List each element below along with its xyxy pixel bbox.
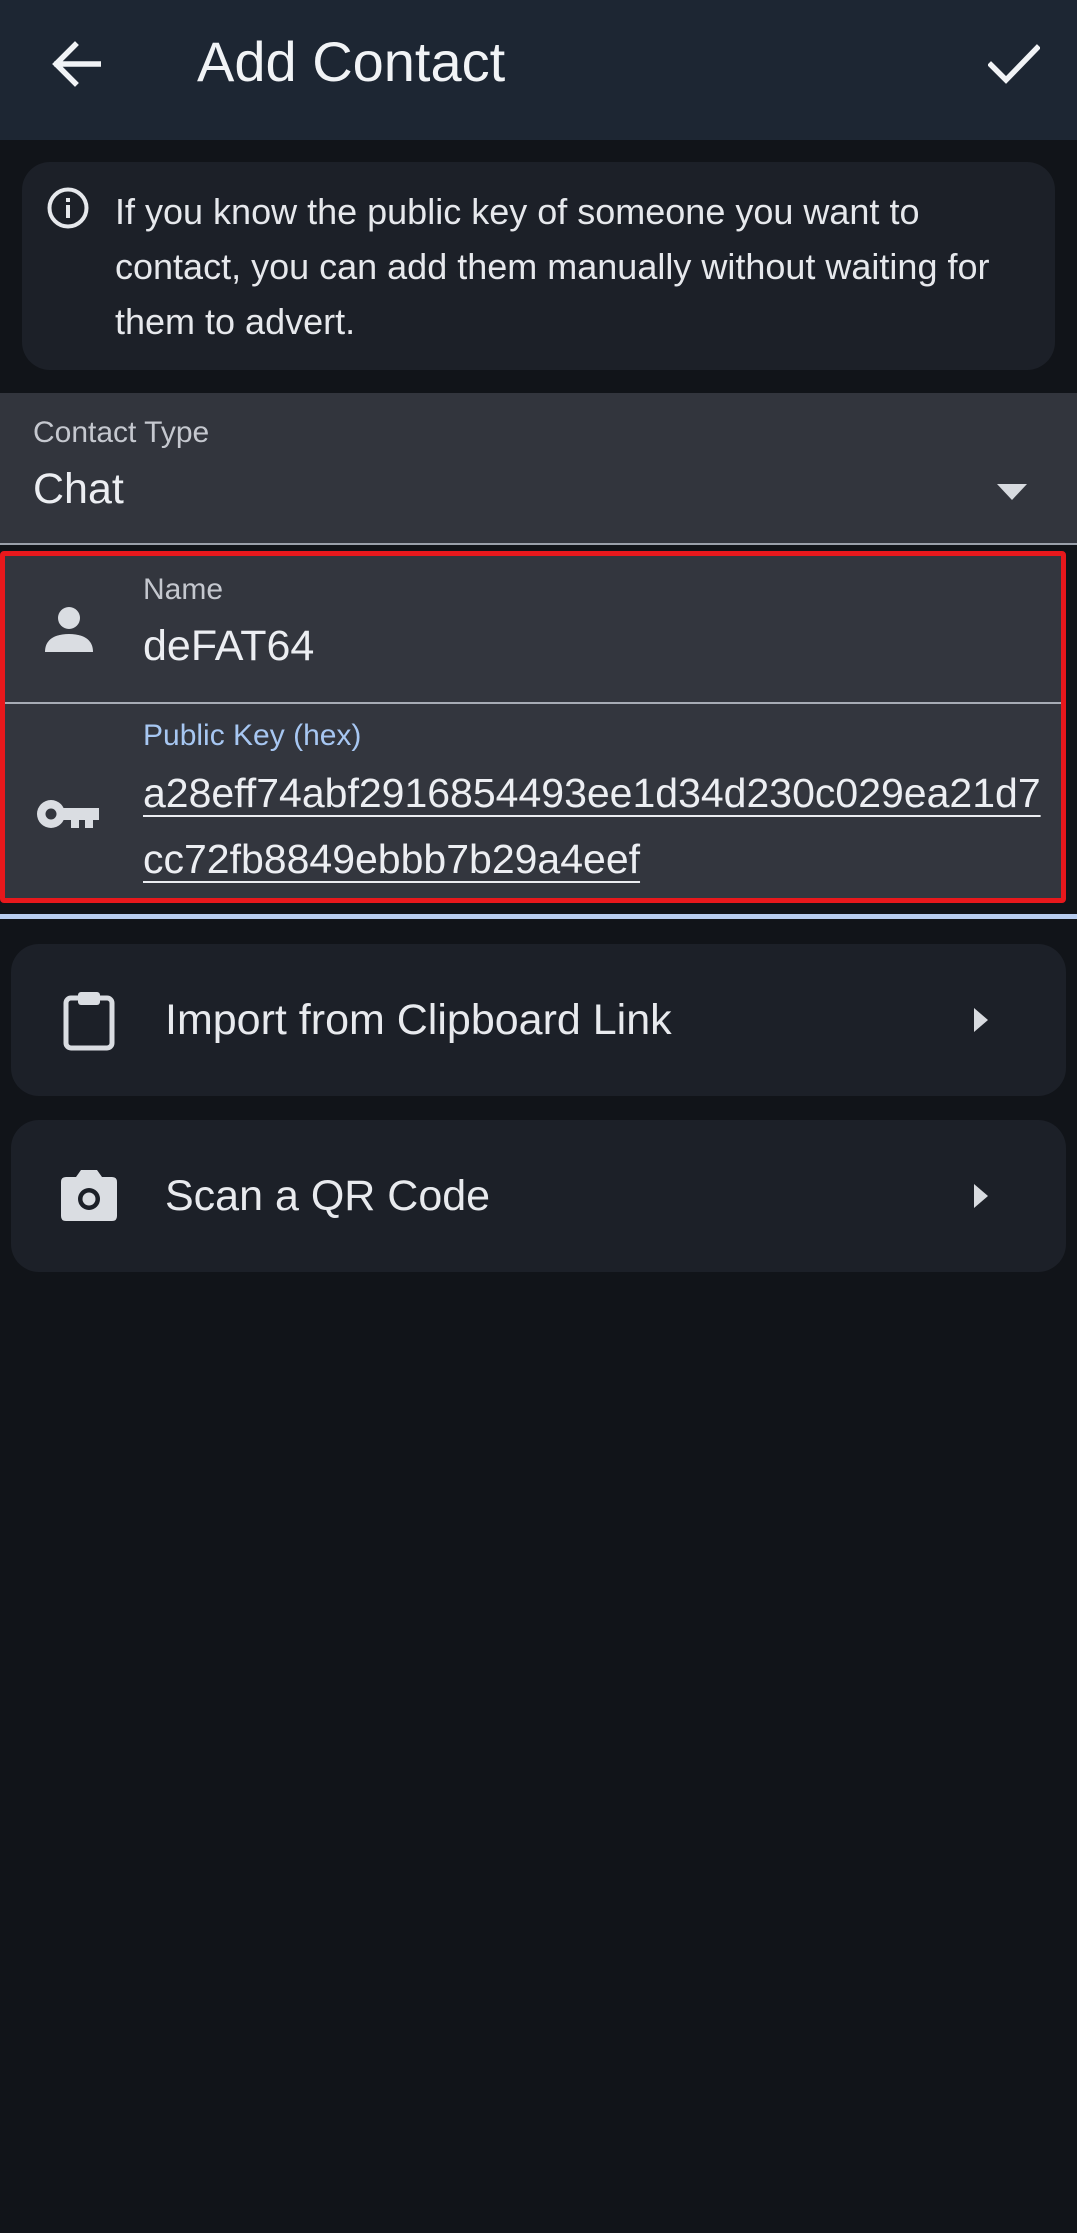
contact-type-value: Chat [33,465,124,513]
import-clipboard-button[interactable]: Import from Clipboard Link [11,944,1066,1096]
key-icon [37,800,99,828]
info-card: If you know the public key of someone yo… [22,162,1055,370]
dropdown-arrow-icon [997,484,1027,500]
import-clipboard-label: Import from Clipboard Link [165,996,672,1044]
public-key-value: a28eff74abf2916854493ee1d34d230c029ea21d… [143,770,1041,882]
name-field[interactable]: Name deFAT64 [5,556,1061,704]
public-key-field[interactable]: Public Key (hex) a28eff74abf2916854493ee… [5,704,1061,898]
back-button[interactable] [40,28,112,100]
scan-qr-button[interactable]: Scan a QR Code [11,1120,1066,1272]
scan-qr-label: Scan a QR Code [165,1172,491,1220]
name-value: deFAT64 [143,622,315,670]
add-contact-screen: Add Contact If you know the public key o… [0,0,1077,2233]
clipboard-icon [63,992,115,1051]
highlighted-fields: Name deFAT64 Public Key (hex) a28eff74ab… [0,551,1066,903]
app-bar: Add Contact [0,0,1077,140]
confirm-button[interactable] [978,28,1050,100]
focus-indicator [0,914,1077,919]
info-icon [47,187,89,229]
public-key-label: Public Key (hex) [143,719,362,752]
contact-type-dropdown[interactable]: Contact Type Chat [0,393,1077,545]
contact-type-label: Contact Type [33,416,210,449]
arrow-left-icon [52,41,101,87]
name-label: Name [143,573,224,606]
chevron-right-icon [974,1184,988,1208]
info-text: If you know the public key of someone yo… [115,191,990,342]
camera-icon [61,1170,117,1221]
page-title: Add Contact [197,30,506,93]
check-icon [988,44,1040,84]
person-icon [45,607,93,652]
chevron-right-icon [974,1008,988,1032]
